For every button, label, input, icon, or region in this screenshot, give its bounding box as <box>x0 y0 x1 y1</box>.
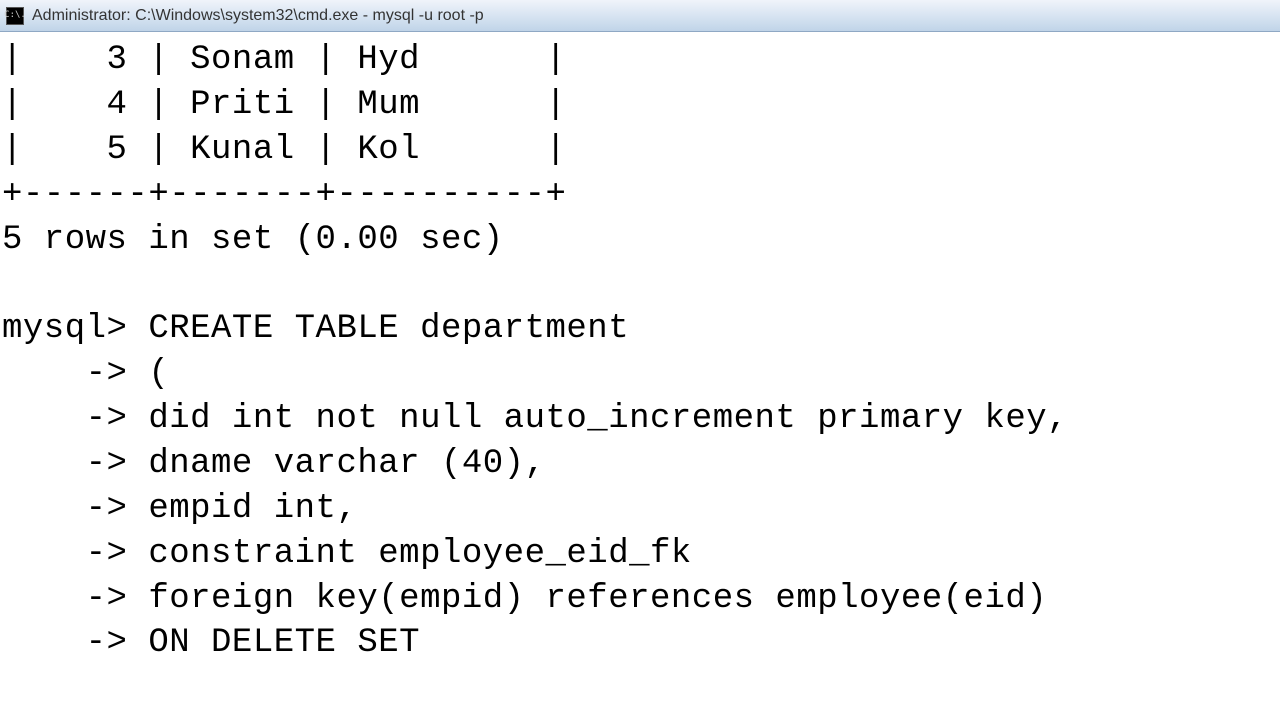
cmd-icon: C:\. <box>6 7 24 25</box>
window-titlebar: C:\. Administrator: C:\Windows\system32\… <box>0 0 1280 32</box>
sql-prompt-line: mysql> CREATE TABLE department <box>2 310 629 348</box>
table-row: | 5 | Kunal | Kol | <box>2 131 566 169</box>
sql-continuation-line: -> ON DELETE SET <box>2 624 420 662</box>
result-summary: 5 rows in set (0.00 sec) <box>2 221 504 259</box>
sql-continuation-line: -> dname varchar (40), <box>2 445 546 483</box>
table-border: +------+-------+----------+ <box>2 176 566 214</box>
table-row: | 4 | Priti | Mum | <box>2 86 566 124</box>
sql-continuation-line: -> empid int, <box>2 490 357 528</box>
window-title: Administrator: C:\Windows\system32\cmd.e… <box>32 7 484 25</box>
sql-continuation-line: -> ( <box>2 355 169 393</box>
terminal-output[interactable]: | 3 | Sonam | Hyd | | 4 | Priti | Mum | … <box>0 32 1280 672</box>
sql-continuation-line: -> foreign key(empid) references employe… <box>2 580 1047 618</box>
sql-continuation-line: -> constraint employee_eid_fk <box>2 535 692 573</box>
sql-continuation-line: -> did int not null auto_increment prima… <box>2 400 1068 438</box>
cmd-icon-text: C:\. <box>4 11 26 20</box>
table-row: | 3 | Sonam | Hyd | <box>2 41 566 79</box>
